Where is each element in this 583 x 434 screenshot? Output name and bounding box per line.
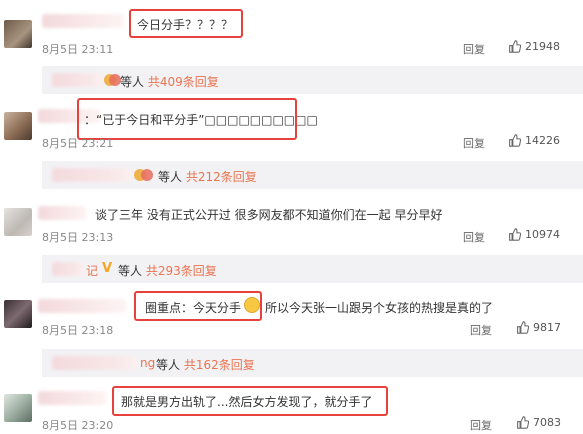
thumbs-up-icon <box>509 228 521 241</box>
comment-time: 8月5日 23:21 <box>42 137 114 150</box>
comment-text: 谈了三年 没有正式公开过 很多网友都不知道你们在一起 早分早好 <box>95 208 443 222</box>
reply-count-link[interactable]: 共409条回复 <box>148 75 219 89</box>
username-blurred[interactable] <box>42 14 124 28</box>
sub-username-blurred <box>52 73 102 87</box>
comment-text: 所以今天张一山跟另个女孩的热搜是真的了 <box>265 301 494 315</box>
sub-replies-bar[interactable]: ng 等人 共162条回复 <box>42 349 583 377</box>
highlight-box <box>77 98 297 140</box>
sub-replies-text: 等人 共212条回复 <box>158 168 257 185</box>
like-count: 10974 <box>525 228 560 241</box>
thumbs-up-icon <box>517 416 529 429</box>
avatar[interactable] <box>4 20 32 48</box>
like-count: 9817 <box>533 321 561 334</box>
highlight-box <box>112 386 388 416</box>
thumbs-up-icon <box>509 40 521 53</box>
reply-button[interactable]: 回复 <box>463 135 485 151</box>
sub-replies-text: 等人 共409条回复 <box>120 73 219 90</box>
thumbs-up-icon <box>517 321 529 334</box>
sub-name-tail: 记 <box>86 264 99 278</box>
sub-suffix: 等人 <box>158 170 183 184</box>
avatar[interactable] <box>4 208 32 236</box>
comment-time: 8月5日 23:20 <box>42 419 114 432</box>
sub-suffix: 等人 <box>120 75 145 89</box>
sub-replies-text: 等人 共293条回复 <box>118 262 217 279</box>
reply-button[interactable]: 回复 <box>470 417 492 433</box>
sub-name-tail: ng <box>140 356 156 370</box>
verified-v-icon: V <box>102 261 113 276</box>
like-button[interactable]: 10974 <box>508 228 560 241</box>
avatar[interactable] <box>4 112 32 140</box>
username-blurred[interactable] <box>38 391 106 405</box>
like-button[interactable]: 21948 <box>508 40 560 53</box>
highlight-box <box>134 291 262 321</box>
sub-replies-bar[interactable]: 记 V 等人 共293条回复 <box>42 255 583 283</box>
like-count: 14226 <box>525 134 560 147</box>
comment-time: 8月5日 23:13 <box>42 231 114 244</box>
avatar[interactable] <box>4 300 32 328</box>
reply-count-link[interactable]: 共293条回复 <box>146 264 217 278</box>
comment-1: 今日分手？？？？ 8月5日 23:11 回复 21948 <box>0 0 583 62</box>
sub-suffix: 等人 <box>156 358 181 372</box>
avatar[interactable] <box>4 394 32 422</box>
sub-replies-text: 等人 共162条回复 <box>156 356 255 373</box>
reply-count-link[interactable]: 共212条回复 <box>186 170 257 184</box>
username-blurred[interactable] <box>38 299 126 313</box>
sub-suffix: 等人 <box>118 264 143 278</box>
thinking-emoji-icon <box>244 297 260 313</box>
comment-3: 谈了三年 没有正式公开过 很多网友都不知道你们在一起 早分早好 8月5日 23:… <box>0 196 583 251</box>
like-button[interactable]: 9817 <box>516 321 561 334</box>
sub-username-blurred <box>52 356 138 370</box>
reply-button[interactable]: 回复 <box>470 322 492 338</box>
sub-username-blurred <box>52 168 132 182</box>
sub-replies-bar[interactable]: 等人 共409条回复 <box>42 66 583 94</box>
sub-replies-bar[interactable]: 等人 共212条回复 <box>42 161 583 189</box>
reply-count-link[interactable]: 共162条回复 <box>184 358 255 372</box>
comment-5: 那就是男方出轨了...然后女方发现了，就分手了 8月5日 23:20 回复 70… <box>0 382 583 434</box>
username-blurred[interactable] <box>38 206 86 220</box>
comment-4: 圈重点：今天分手 所以今天张一山跟另个女孩的热搜是真的了 8月5日 23:18 … <box>0 288 583 348</box>
sub-username-blurred <box>52 262 84 276</box>
like-button[interactable]: 7083 <box>516 416 561 429</box>
like-count: 7083 <box>533 416 561 429</box>
like-button[interactable]: 14226 <box>508 134 560 147</box>
thumbs-up-icon <box>509 134 521 147</box>
emoji-icon <box>141 169 153 181</box>
like-count: 21948 <box>525 40 560 53</box>
comment-time: 8月5日 23:11 <box>42 43 114 56</box>
comment-time: 8月5日 23:18 <box>42 324 114 337</box>
reply-button[interactable]: 回复 <box>463 41 485 57</box>
highlight-box <box>129 9 243 38</box>
reply-button[interactable]: 回复 <box>463 229 485 245</box>
comment-2: ：“已于今日和平分手”□□□□□□□□□□ 8月5日 23:21 回复 1422… <box>0 95 583 157</box>
